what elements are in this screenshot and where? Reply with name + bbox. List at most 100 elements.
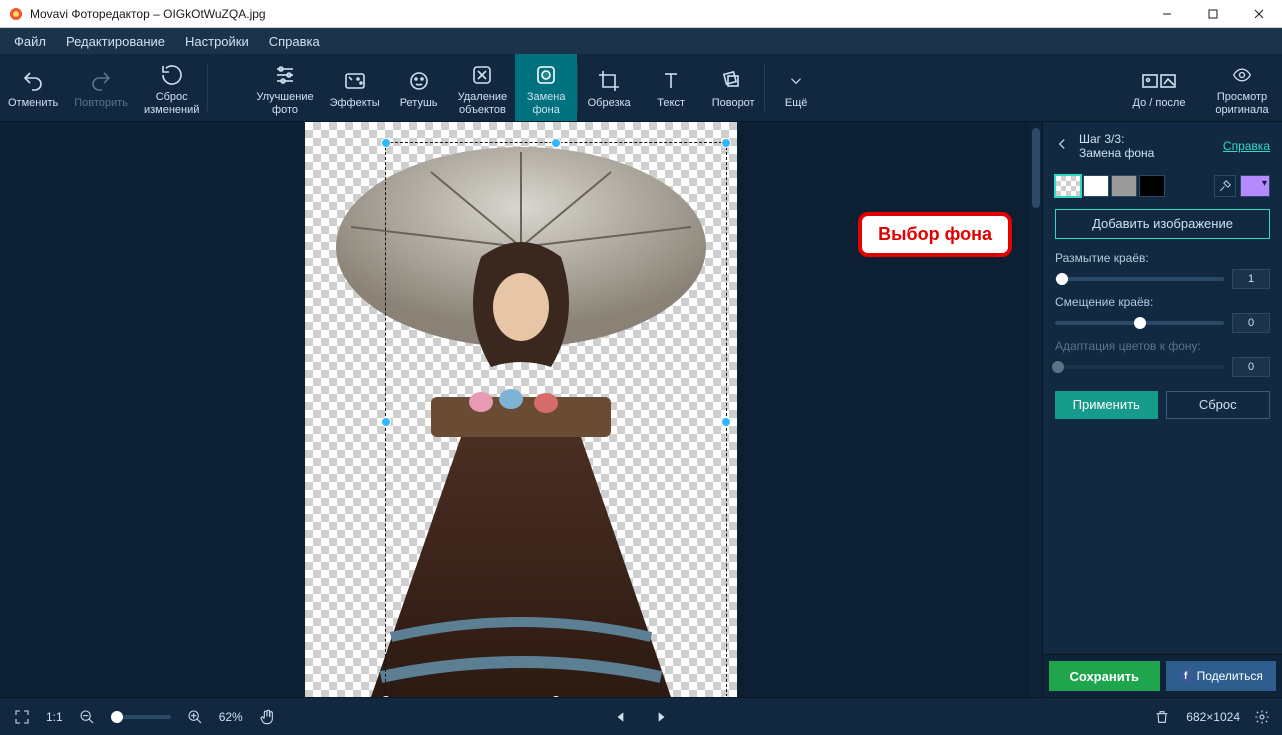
zoom-slider[interactable]	[111, 715, 171, 719]
effects-button[interactable]: Эффекты	[322, 54, 388, 121]
color-adapt-param: Адаптация цветов к фону: 0	[1043, 333, 1282, 377]
color-adapt-slider	[1055, 365, 1224, 369]
menu-settings[interactable]: Настройки	[175, 28, 259, 54]
transform-selection[interactable]	[385, 142, 727, 697]
canvas-area[interactable]: Выбор фона	[0, 122, 1042, 697]
menu-edit[interactable]: Редактирование	[56, 28, 175, 54]
reset-changes-label: Сброс изменений	[144, 91, 199, 116]
swatch-transparent[interactable]	[1055, 175, 1081, 197]
panel-step-title: Шаг 3/3: Замена фона	[1079, 132, 1154, 161]
fit-label[interactable]: 1:1	[46, 710, 63, 724]
handle-top-center[interactable]	[551, 138, 561, 148]
arrow-left-icon	[1053, 135, 1071, 153]
edge-shift-label: Смещение краёв:	[1055, 295, 1153, 309]
redo-button[interactable]: Повторить	[66, 54, 136, 121]
handle-mid-left[interactable]	[381, 417, 391, 427]
reset-icon	[160, 63, 184, 87]
swatch-gray[interactable]	[1111, 175, 1137, 197]
fullscreen-icon	[14, 709, 30, 725]
save-button[interactable]: Сохранить	[1049, 661, 1160, 691]
eyedropper-button[interactable]	[1214, 175, 1236, 197]
pan-tool-button[interactable]	[253, 703, 281, 731]
window-maximize-button[interactable]	[1190, 0, 1236, 28]
more-tools-label: Ещё	[785, 97, 808, 110]
compare-icon	[1142, 72, 1176, 90]
object-removal-button[interactable]: Удаление объектов	[450, 54, 516, 121]
crop-icon	[596, 69, 622, 93]
background-swatch-row	[1043, 169, 1282, 203]
background-change-button[interactable]: Замена фона	[515, 54, 577, 121]
retouch-button[interactable]: Ретушь	[388, 54, 450, 121]
undo-button[interactable]: Отменить	[0, 54, 66, 121]
sliders-icon	[272, 63, 298, 87]
hand-icon	[259, 709, 275, 725]
window-close-button[interactable]	[1236, 0, 1282, 28]
enhance-button[interactable]: Улучшение фото	[248, 54, 321, 121]
background-icon	[533, 63, 559, 87]
more-tools-button[interactable]: Ещё	[765, 54, 827, 121]
handle-mid-right[interactable]	[721, 417, 731, 427]
crop-label: Обрезка	[588, 97, 631, 110]
reset-changes-button[interactable]: Сброс изменений	[136, 54, 207, 121]
rotate-icon	[720, 69, 746, 93]
swatch-black[interactable]	[1139, 175, 1165, 197]
handle-top-right[interactable]	[721, 138, 731, 148]
image-canvas[interactable]	[305, 122, 737, 697]
apply-button[interactable]: Применить	[1055, 391, 1158, 419]
rotate-button[interactable]: Поворот	[702, 54, 764, 121]
text-button[interactable]: Текст	[640, 54, 702, 121]
handle-top-left[interactable]	[381, 138, 391, 148]
edge-blur-slider[interactable]	[1055, 277, 1224, 281]
undo-label: Отменить	[8, 97, 58, 110]
add-image-button[interactable]: Добавить изображение	[1055, 209, 1270, 239]
object-removal-label: Удаление объектов	[458, 91, 508, 116]
background-change-label: Замена фона	[527, 91, 566, 116]
window-minimize-button[interactable]	[1144, 0, 1190, 28]
panel-reset-button[interactable]: Сброс	[1166, 391, 1271, 419]
delete-button[interactable]	[1148, 703, 1176, 731]
enhance-label: Улучшение фото	[256, 91, 313, 116]
fullscreen-button[interactable]	[8, 703, 36, 731]
share-button[interactable]: f Поделиться	[1166, 661, 1277, 691]
text-icon	[658, 69, 684, 93]
edge-shift-slider[interactable]	[1055, 321, 1224, 325]
edge-shift-param: Смещение краёв: 0	[1043, 289, 1282, 333]
panel-help-link[interactable]: Справка	[1223, 139, 1270, 153]
menu-file[interactable]: Файл	[4, 28, 56, 54]
crop-button[interactable]: Обрезка	[578, 54, 640, 121]
redo-label: Повторить	[74, 97, 128, 110]
trash-icon	[1154, 709, 1170, 725]
zoom-in-icon	[187, 709, 203, 725]
prev-image-button[interactable]	[607, 703, 635, 731]
chevron-down-icon	[787, 72, 805, 90]
color-adapt-label: Адаптация цветов к фону:	[1055, 339, 1201, 353]
eye-icon	[1229, 65, 1255, 85]
retouch-label: Ретушь	[400, 97, 438, 110]
share-label: Поделиться	[1197, 669, 1263, 683]
view-original-button[interactable]: Просмотр оригинала	[1202, 54, 1282, 121]
status-bar: 1:1 62% 682×1024	[0, 697, 1282, 735]
edge-blur-value[interactable]: 1	[1232, 269, 1270, 289]
image-dimensions: 682×1024	[1186, 710, 1240, 724]
next-image-button[interactable]	[647, 703, 675, 731]
facebook-icon: f	[1179, 669, 1193, 683]
color-picker-button[interactable]	[1240, 175, 1270, 197]
panel-step: Шаг 3/3:	[1079, 132, 1124, 146]
menu-help[interactable]: Справка	[259, 28, 330, 54]
toolbar: Отменить Повторить Сброс изменений Улучш…	[0, 54, 1282, 122]
effects-label: Эффекты	[330, 97, 380, 110]
zoom-value: 62%	[219, 710, 243, 724]
zoom-out-button[interactable]	[73, 703, 101, 731]
wand-icon	[342, 69, 368, 93]
face-icon	[406, 69, 432, 93]
vertical-scrollbar[interactable]	[1030, 122, 1042, 697]
before-after-button[interactable]: До / после	[1116, 54, 1202, 121]
os-titlebar: Movavi Фоторедактор – OIGkOtWuZQA.jpg	[0, 0, 1282, 28]
zoom-in-button[interactable]	[181, 703, 209, 731]
panel-back-button[interactable]	[1053, 135, 1071, 158]
swatch-white[interactable]	[1083, 175, 1109, 197]
edge-shift-value[interactable]: 0	[1232, 313, 1270, 333]
dimensions-settings-button[interactable]	[1250, 705, 1274, 729]
annotation-callout: Выбор фона	[858, 212, 1012, 257]
eyedropper-icon	[1218, 179, 1232, 193]
